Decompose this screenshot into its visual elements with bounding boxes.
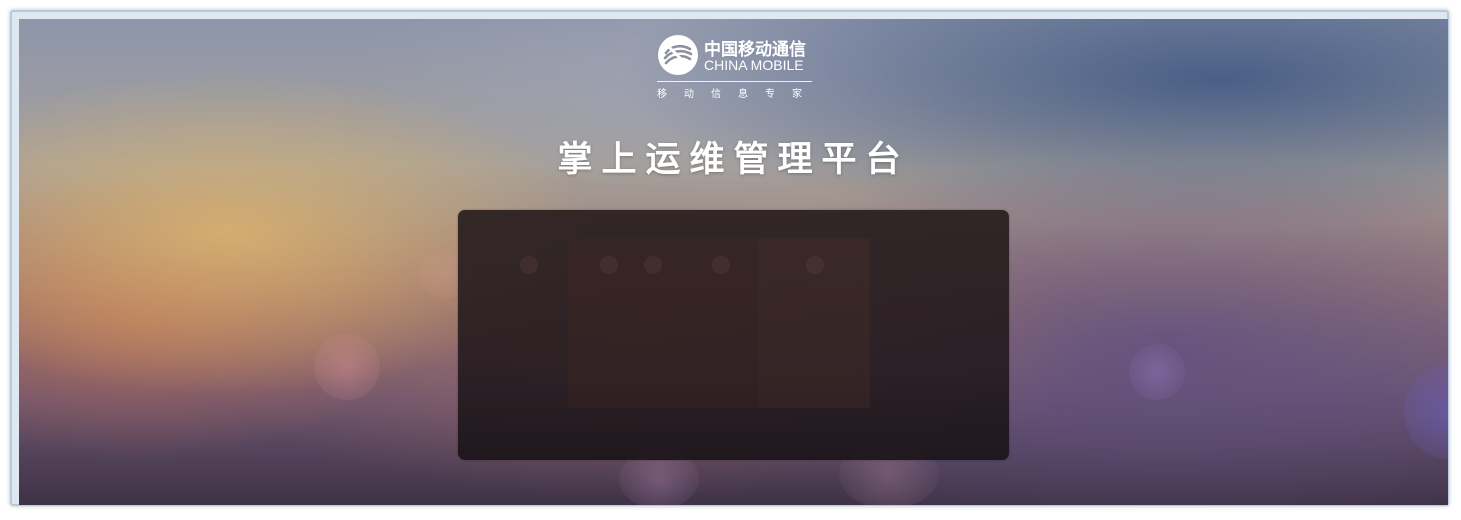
china-mobile-logo-icon [658,35,698,75]
panel-dot [520,256,538,274]
logo-divider [657,81,812,82]
login-background: 中国移动通信 CHINA MOBILE 移动信息专家 掌上运维管理平台 [19,19,1448,505]
panel-dot [644,256,662,274]
bokeh-light [314,334,380,400]
bokeh-light [1129,344,1185,400]
panel-dot [806,256,824,274]
logo-slogan: 移动信息专家 [657,89,819,100]
bokeh-light [1404,364,1448,459]
panel-dot [600,256,618,274]
page-title: 掌上运维管理平台 [557,140,910,180]
panel-dot [712,256,730,274]
window-frame: 中国移动通信 CHINA MOBILE 移动信息专家 掌上运维管理平台 [10,10,1449,506]
login-panel [458,210,1009,460]
logo-english-name: CHINA MOBILE [704,57,804,73]
china-mobile-logo: 中国移动通信 CHINA MOBILE 移动信息专家 [657,34,817,104]
